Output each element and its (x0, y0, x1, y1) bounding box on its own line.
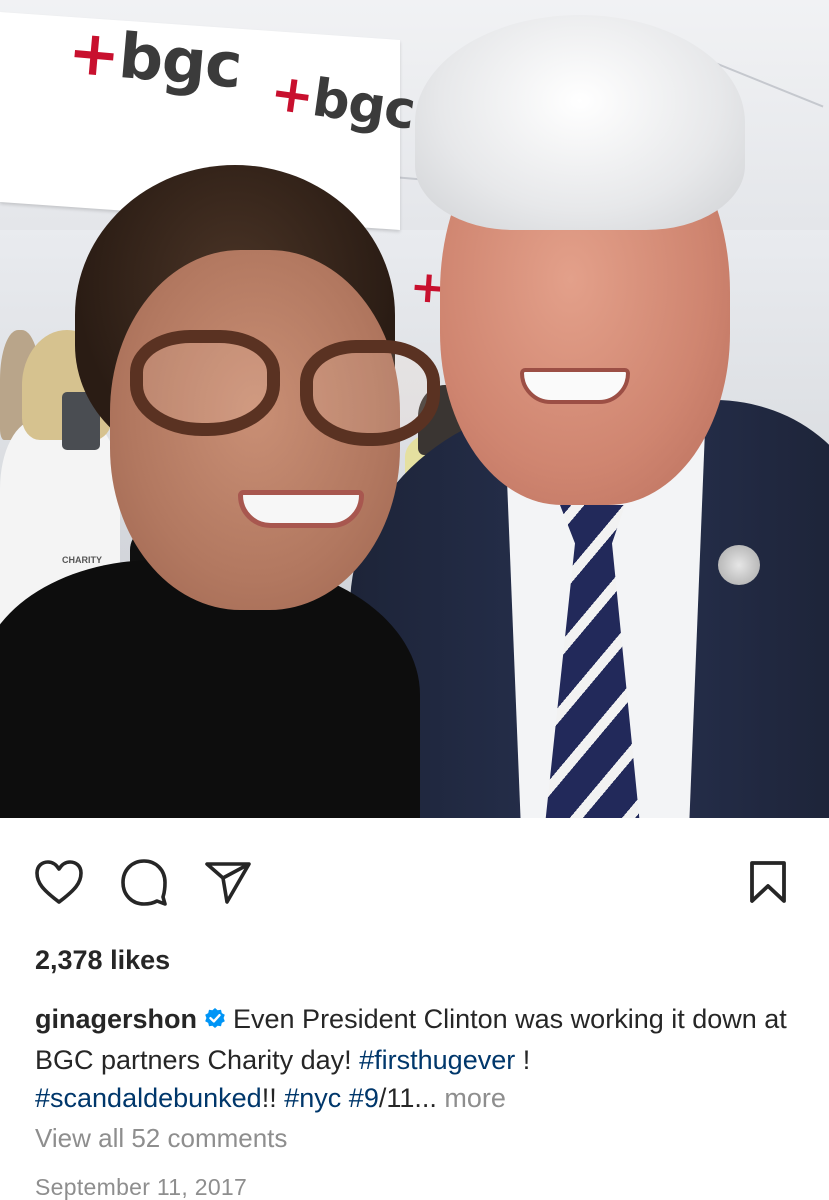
photo-badge: CHARITY (62, 555, 102, 565)
heart-outline-icon (35, 860, 83, 904)
post-date: September 11, 2017 (35, 1174, 248, 1200)
paper-plane-icon (205, 862, 251, 904)
verified-badge-icon (203, 1003, 227, 1041)
post-action-bar (0, 850, 829, 914)
caption-text: ! (522, 1045, 531, 1075)
username-link[interactable]: ginagershon (35, 1004, 197, 1034)
hashtag-link[interactable]: #scandaldebunked (35, 1083, 262, 1113)
bookmark-icon (750, 861, 786, 903)
comment-bubble-icon (121, 859, 167, 906)
save-button[interactable] (738, 850, 798, 914)
post-caption: ginagershon Even President Clinton was wo… (35, 1000, 805, 1117)
hashtag-link[interactable]: #nyc (284, 1083, 341, 1113)
photo-man-hair (415, 15, 745, 230)
photo-man-smile (520, 368, 630, 404)
caption-text: !! (261, 1083, 277, 1113)
photo-lapel-pin (718, 545, 760, 585)
likes-count[interactable]: 2,378 likes (35, 945, 170, 976)
photo-glasses-lens (130, 330, 280, 436)
caption-text: /11... (378, 1083, 437, 1113)
comment-button[interactable] (114, 850, 174, 914)
hashtag-link[interactable]: #9 (349, 1083, 379, 1113)
view-comments-link[interactable]: View all 52 comments (35, 1123, 287, 1154)
hashtag-link[interactable]: #firsthugever (359, 1045, 515, 1075)
photo-woman-smile (238, 490, 364, 528)
post-photo[interactable]: +bgc +bgc + CHARITY (0, 0, 829, 818)
photo-glasses-lens (300, 340, 440, 446)
like-button[interactable] (29, 850, 89, 914)
share-button[interactable] (198, 850, 258, 914)
more-link[interactable]: more (444, 1083, 506, 1113)
photo-logo: +bgc (65, 14, 245, 103)
